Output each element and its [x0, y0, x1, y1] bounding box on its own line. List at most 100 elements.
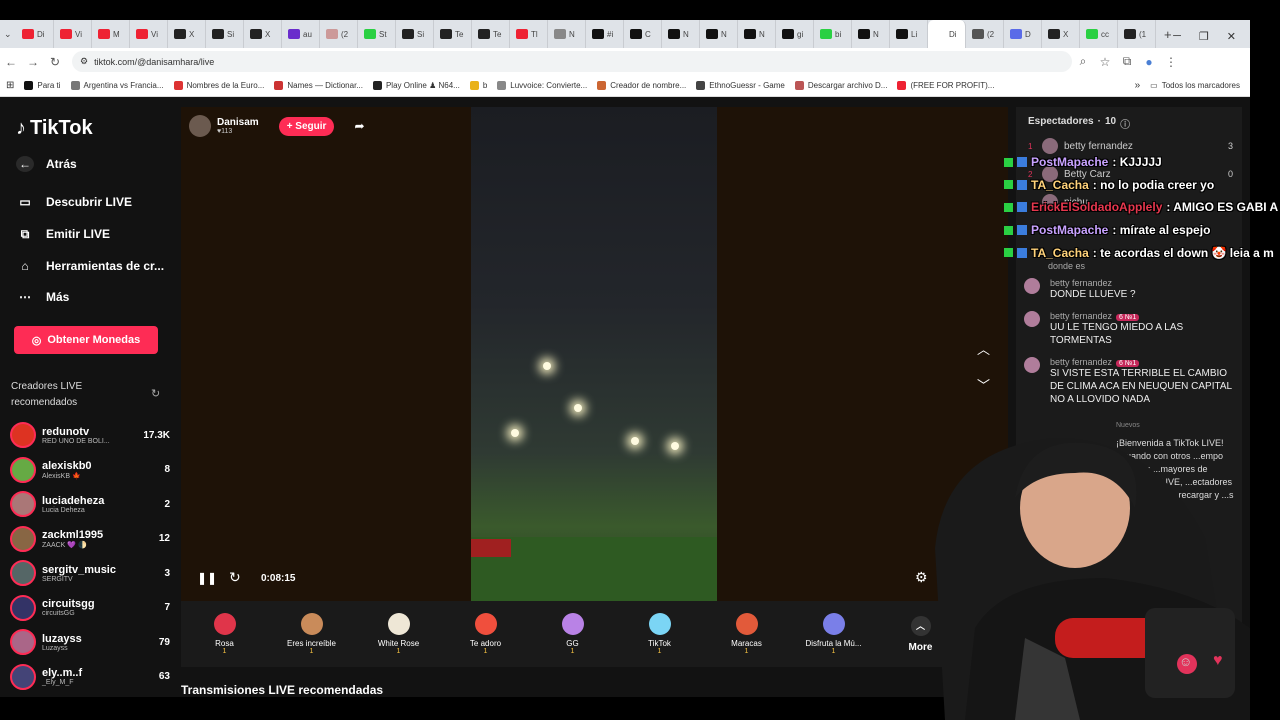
- bookmark-item[interactable]: EthnoGuessr - Game: [696, 81, 785, 90]
- share-icon[interactable]: ➦: [354, 119, 364, 133]
- gift-item[interactable]: Maracas 1: [703, 613, 790, 655]
- bookmark-item[interactable]: Luvvoice: Convierte...: [497, 81, 587, 90]
- browser-tab[interactable]: gi: [776, 20, 814, 48]
- browser-tab[interactable]: Si: [396, 20, 434, 48]
- forward-icon[interactable]: →: [22, 55, 44, 69]
- restore-icon[interactable]: ❐: [1199, 30, 1209, 43]
- nav-go-live[interactable]: ⧉ Emitir LIVE: [16, 226, 110, 242]
- gift-item[interactable]: Eres increíble 1: [268, 613, 355, 655]
- close-window-icon[interactable]: ✕: [1227, 30, 1236, 43]
- chat-avatar[interactable]: [1024, 278, 1040, 294]
- info-icon[interactable]: ⓘ: [1120, 116, 1130, 131]
- browser-tab[interactable]: (2: [320, 20, 358, 48]
- host-name[interactable]: Danisam: [217, 117, 259, 128]
- browser-tab[interactable]: Li: [890, 20, 928, 48]
- tiktok-logo[interactable]: ♪ TikTok: [16, 117, 93, 140]
- bookmark-item[interactable]: Descargar archivo D...: [794, 81, 887, 90]
- browser-tab[interactable]: Vi: [130, 20, 168, 48]
- browser-tab[interactable]: #i: [586, 20, 624, 48]
- browser-tab[interactable]: N: [548, 20, 586, 48]
- nav-more[interactable]: ⋯ Más: [16, 289, 69, 305]
- nav-creator-tools[interactable]: ⌂ Herramientas de cr...: [16, 258, 164, 274]
- bookmark-item[interactable]: Play Online ♟ N64...: [372, 81, 460, 90]
- gift-item[interactable]: White Rose 1: [355, 613, 442, 655]
- creator-item[interactable]: luzayss Luzayss 79: [10, 626, 170, 658]
- refresh-icon[interactable]: ↻: [151, 387, 160, 400]
- creator-item[interactable]: redunotv RED UNO DE BOLI... 17.3K: [10, 419, 170, 451]
- tab-list-icon[interactable]: ⌄: [4, 29, 16, 40]
- browser-tab[interactable]: X: [244, 20, 282, 48]
- pause-icon[interactable]: ❚❚: [197, 571, 217, 585]
- apps-grid-icon[interactable]: ⊞: [6, 80, 14, 91]
- bookmark-item[interactable]: Para ti: [24, 81, 61, 90]
- browser-tab[interactable]: Vi: [54, 20, 92, 48]
- browser-tab[interactable]: N: [852, 20, 890, 48]
- browser-tab[interactable]: bi: [814, 20, 852, 48]
- follow-button[interactable]: + Seguir: [278, 116, 335, 136]
- bookmark-item[interactable]: b: [469, 81, 487, 90]
- minimize-icon[interactable]: ─: [1173, 30, 1181, 43]
- nav-back[interactable]: ← Atrás: [16, 156, 77, 172]
- browser-tab[interactable]: X: [168, 20, 206, 48]
- creator-item[interactable]: ely..m..f _Ely_M_F 63: [10, 661, 170, 693]
- viewers-header[interactable]: Espectadores · 10 ⓘ: [1028, 116, 1130, 131]
- browser-tab[interactable]: St: [358, 20, 396, 48]
- scroll-up-icon[interactable]: ︿: [977, 339, 990, 358]
- gift-item[interactable]: TikTok 1: [616, 613, 703, 655]
- creator-item[interactable]: zackml1995 ZAACK 💜 🌓 12: [10, 523, 170, 555]
- nav-discover-live[interactable]: ▭ Descubrir LIVE: [16, 194, 132, 210]
- chat-username[interactable]: betty fernandez: [1050, 278, 1112, 288]
- profile-icon[interactable]: ●: [1138, 55, 1160, 69]
- browser-tab[interactable]: N: [738, 20, 776, 48]
- bookmark-item[interactable]: Names — Dictionar...: [274, 81, 363, 90]
- browser-tab[interactable]: Di: [16, 20, 54, 48]
- viewer-item[interactable]: 1 betty fernandez 3: [1028, 138, 1233, 154]
- bookmark-item[interactable]: (FREE FOR PROFIT)...: [897, 81, 994, 90]
- bookmark-item[interactable]: Nombres de la Euro...: [173, 81, 264, 90]
- browser-tab[interactable]: (1: [1118, 20, 1156, 48]
- creator-item[interactable]: circuitsgg circuitsGG 7: [10, 592, 170, 624]
- refresh-stream-icon[interactable]: ↻: [229, 569, 241, 586]
- chat-avatar[interactable]: [1024, 357, 1040, 373]
- creator-item[interactable]: sergitv_music SERGITV 3: [10, 557, 170, 589]
- browser-tab[interactable]: Te: [472, 20, 510, 48]
- chat-username[interactable]: betty fernandez: [1050, 357, 1112, 367]
- url-field[interactable]: ⚙ tiktok.com/@danisamhara/live: [72, 51, 1072, 72]
- get-coins-button[interactable]: ◎ Obtener Monedas: [14, 326, 158, 354]
- heart-icon[interactable]: ♥: [1213, 652, 1223, 670]
- menu-icon[interactable]: ⋮: [1160, 55, 1182, 69]
- reload-icon[interactable]: ↻: [44, 55, 66, 69]
- host-avatar[interactable]: [189, 115, 211, 137]
- more-bookmarks-icon[interactable]: »: [1135, 80, 1141, 91]
- browser-tab[interactable]: Di: [928, 20, 966, 48]
- browser-tab[interactable]: Si: [206, 20, 244, 48]
- creator-item[interactable]: alexiskb0 AlexisKB 🍁 8: [10, 454, 170, 486]
- live-stream-player[interactable]: Danisam ♥113 + Seguir ➦ ︿ ﹀ ❚❚ ↻ 0:08:15…: [181, 107, 1008, 601]
- scroll-down-icon[interactable]: ﹀: [977, 375, 990, 394]
- browser-tab[interactable]: X: [1042, 20, 1080, 48]
- gift-item[interactable]: Te adoro 1: [442, 613, 529, 655]
- browser-tab[interactable]: Tl: [510, 20, 548, 48]
- browser-tab[interactable]: N: [662, 20, 700, 48]
- all-bookmarks[interactable]: ▭ Todos los marcadores: [1150, 81, 1240, 90]
- bookmark-item[interactable]: Creador de nombre...: [597, 81, 686, 90]
- browser-tab[interactable]: N: [700, 20, 738, 48]
- browser-tab[interactable]: cc: [1080, 20, 1118, 48]
- gift-item[interactable]: Rosa 1: [181, 613, 268, 655]
- gift-item[interactable]: Disfruta la Mú... 1: [790, 613, 877, 655]
- gift-item[interactable]: GG 1: [529, 613, 616, 655]
- browser-tab[interactable]: au: [282, 20, 320, 48]
- browser-tab[interactable]: D: [1004, 20, 1042, 48]
- zoom-icon[interactable]: ⌕: [1072, 54, 1094, 69]
- chat-avatar[interactable]: [1024, 311, 1040, 327]
- browser-tab[interactable]: (2: [966, 20, 1004, 48]
- extensions-icon[interactable]: ⧉: [1116, 54, 1138, 69]
- bookmark-item[interactable]: Argentina vs Francia...: [70, 81, 164, 90]
- chat-username[interactable]: betty fernandez: [1050, 311, 1112, 321]
- site-info-icon[interactable]: ⚙: [80, 56, 88, 67]
- back-icon[interactable]: ←: [0, 55, 22, 69]
- bookmark-star-icon[interactable]: ☆: [1094, 55, 1116, 69]
- browser-tab[interactable]: C: [624, 20, 662, 48]
- creator-item[interactable]: luciadeheza Lucia Deheza 2: [10, 488, 170, 520]
- browser-tab[interactable]: Te: [434, 20, 472, 48]
